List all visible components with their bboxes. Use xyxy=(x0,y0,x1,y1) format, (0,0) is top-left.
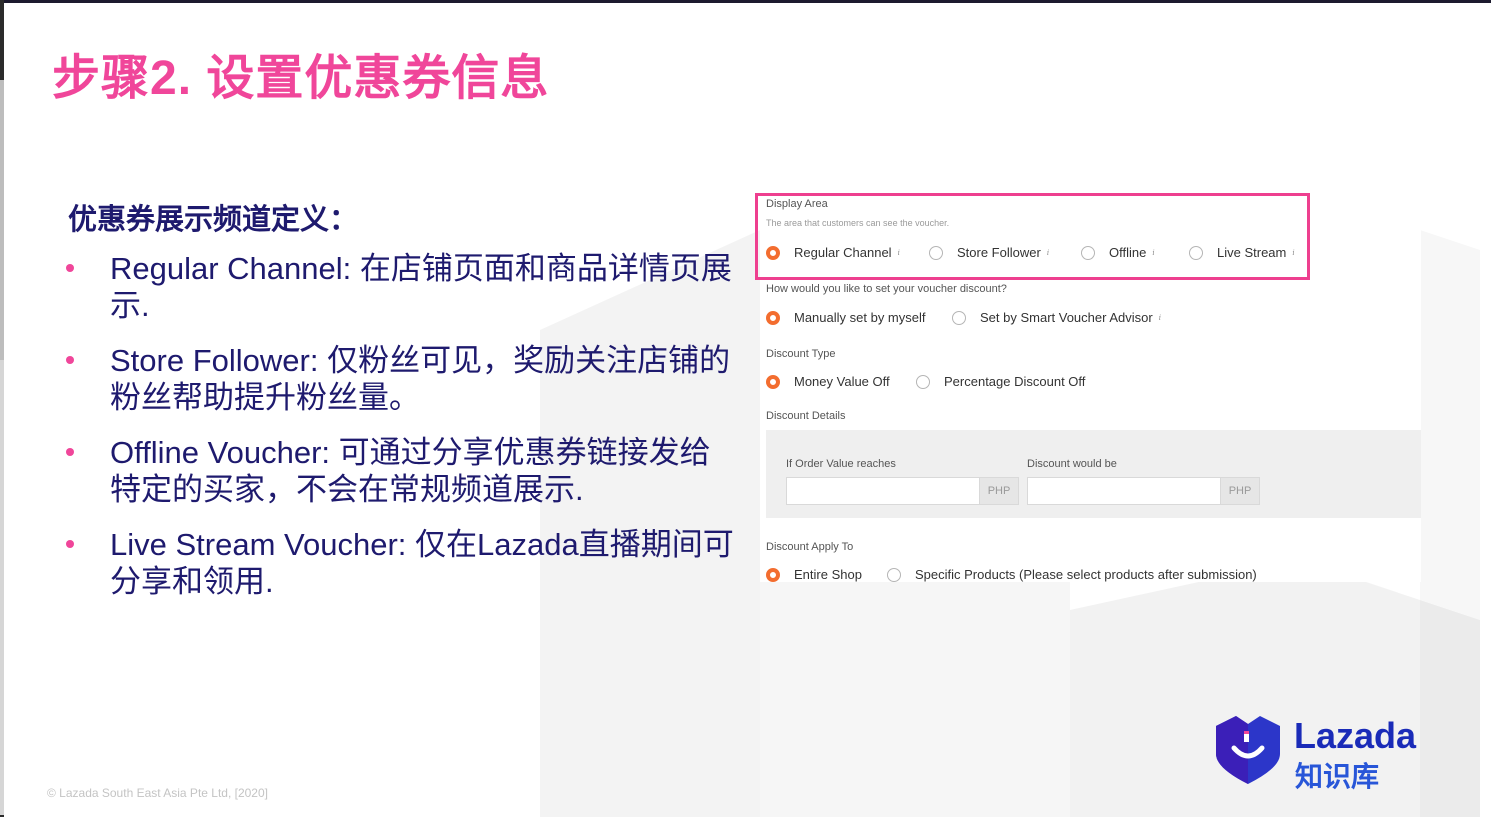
logo-sub-text: 知识库 xyxy=(1295,761,1380,792)
discount-setting-label: How would you like to set your voucher d… xyxy=(766,283,1007,295)
radio-manually-set[interactable]: Manually set by myself xyxy=(766,310,926,325)
discount-value-input[interactable]: PHP xyxy=(1027,477,1260,505)
discount-details-label: Discount Details xyxy=(766,410,846,422)
discount-type-label: Discount Type xyxy=(766,348,836,360)
bullet-regular-channel: Regular Channel: 在店铺页面和商品详情页展示. xyxy=(66,250,736,324)
radio-percentage-discount-off[interactable]: Percentage Discount Off xyxy=(916,374,1085,389)
bullet-dot xyxy=(66,356,74,364)
slide: 步骤2. 设置优惠券信息 优惠券展示频道定义： Regular Channel:… xyxy=(0,0,1491,817)
info-icon[interactable]: i xyxy=(1159,314,1161,322)
section-heading: 优惠券展示频道定义： xyxy=(68,204,359,236)
radio-entire-shop[interactable]: Entire Shop xyxy=(766,567,862,582)
radio-unselected-icon xyxy=(887,567,901,582)
radio-label: Percentage Discount Off xyxy=(944,374,1086,389)
radio-unselected-icon xyxy=(952,310,966,325)
bullet-text: Store Follower: 仅粉丝可见，奖励关注店铺的粉丝帮助提升粉丝量。 xyxy=(110,343,731,415)
radio-selected-icon xyxy=(766,374,780,389)
bullet-store-follower: Store Follower: 仅粉丝可见，奖励关注店铺的粉丝帮助提升粉丝量。 xyxy=(66,342,736,416)
radio-label: Specific Products (Please select product… xyxy=(915,567,1257,582)
bullet-offline-voucher: Offline Voucher: 可通过分享优惠券链接发给特定的买家，不会在常规… xyxy=(66,434,736,508)
slide-title: 步骤2. 设置优惠券信息 xyxy=(52,52,550,105)
radio-selected-icon xyxy=(766,567,780,582)
order-value-input[interactable]: PHP xyxy=(786,477,1019,505)
radio-label: Money Value Off xyxy=(794,374,890,389)
display-area-highlight-box xyxy=(755,193,1310,280)
currency-suffix: PHP xyxy=(979,478,1018,504)
bullet-live-stream-voucher: Live Stream Voucher: 仅在Lazada直播期间可分享和领用. xyxy=(66,526,736,600)
discount-details-panel: If Order Value reaches Discount would be… xyxy=(766,430,1421,518)
radio-money-value-off[interactable]: Money Value Off xyxy=(766,374,890,389)
radio-label: Manually set by myself xyxy=(794,310,926,325)
radio-unselected-icon xyxy=(916,374,930,389)
radio-smart-voucher-advisor[interactable]: Set by Smart Voucher Advisor i xyxy=(952,310,1161,325)
order-value-label: If Order Value reaches xyxy=(786,458,896,470)
channel-definition-list: Regular Channel: 在店铺页面和商品详情页展示. Store Fo… xyxy=(66,250,736,618)
bullet-dot xyxy=(66,264,74,272)
radio-label: Set by Smart Voucher Advisor xyxy=(980,310,1153,325)
apply-to-label: Discount Apply To xyxy=(766,541,854,553)
bullet-dot xyxy=(66,540,74,548)
discount-value-label: Discount would be xyxy=(1027,458,1117,470)
bullet-text: Regular Channel: 在店铺页面和商品详情页展示. xyxy=(110,251,732,323)
bullet-dot xyxy=(66,448,74,456)
radio-label: Entire Shop xyxy=(794,567,862,582)
bullet-text: Offline Voucher: 可通过分享优惠券链接发给特定的买家，不会在常规… xyxy=(110,435,711,507)
copyright-text: © Lazada South East Asia Pte Ltd, [2020] xyxy=(47,786,268,800)
currency-suffix: PHP xyxy=(1220,478,1259,504)
radio-specific-products[interactable]: Specific Products (Please select product… xyxy=(887,567,1257,582)
logo-brand-text: Lazada xyxy=(1294,715,1417,756)
radio-selected-icon xyxy=(766,310,780,325)
bullet-text: Live Stream Voucher: 仅在Lazada直播期间可分享和领用. xyxy=(110,527,734,599)
